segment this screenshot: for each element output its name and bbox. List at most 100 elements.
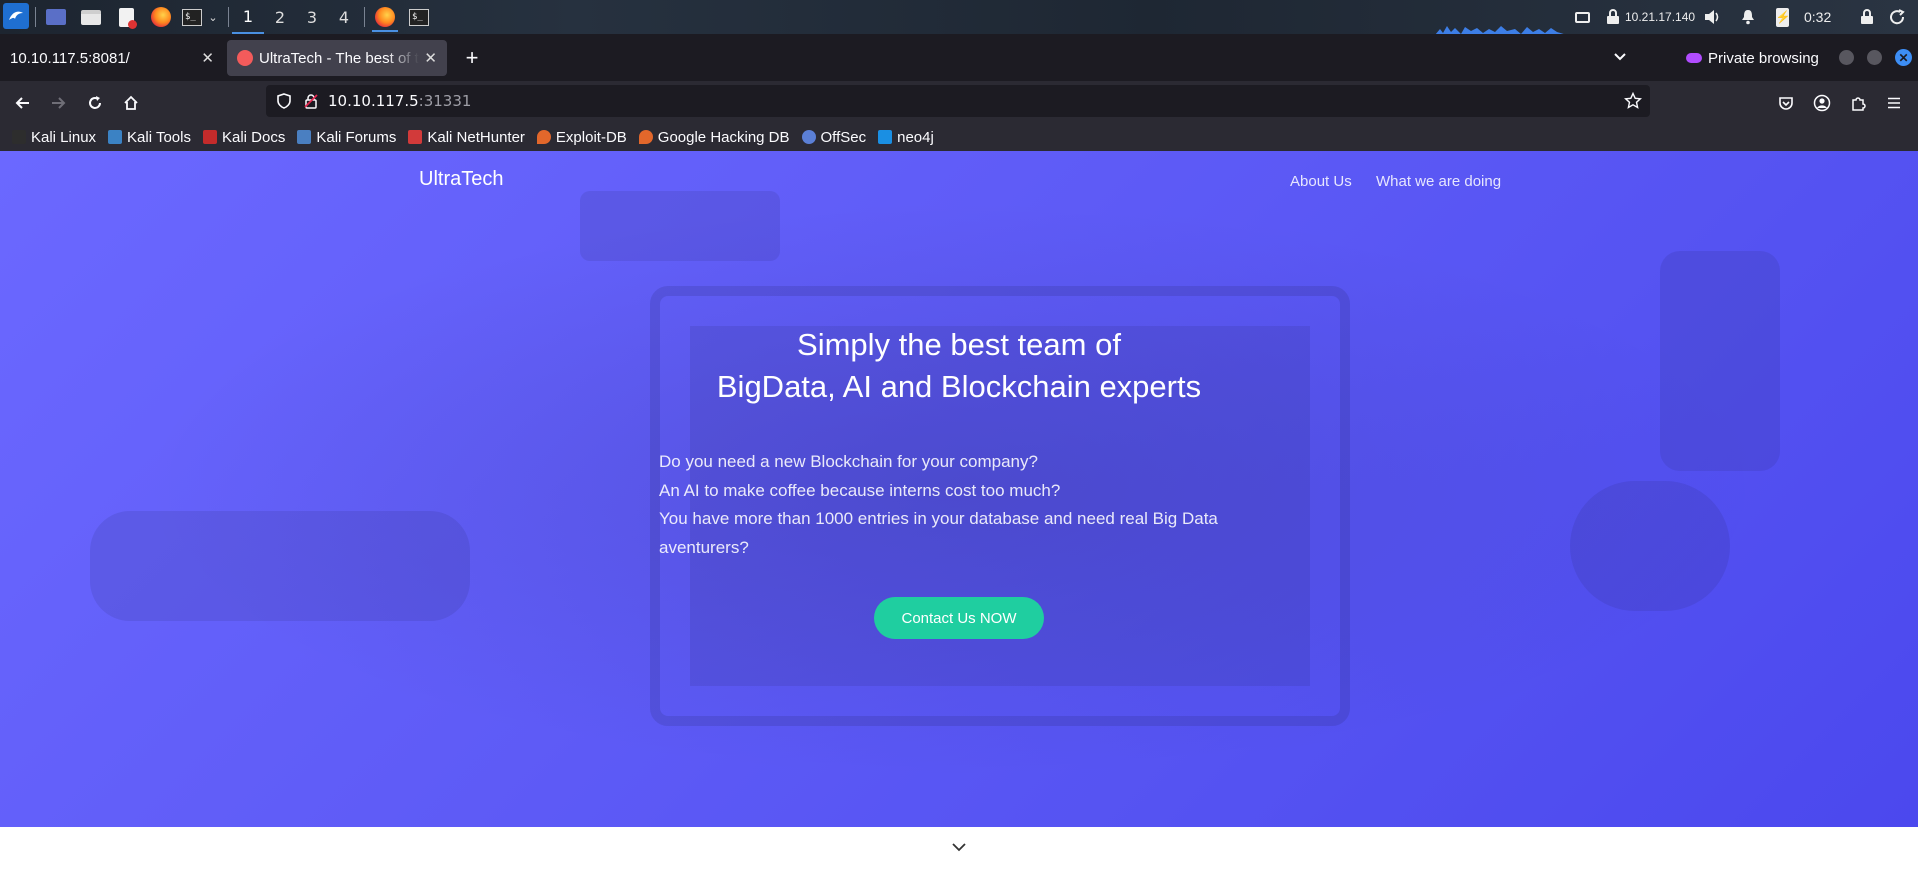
logout-icon[interactable] [1888,5,1906,29]
pocket-icon[interactable] [1772,89,1800,117]
nav-about-us[interactable]: About Us [1290,173,1352,190]
bookmark-kali-nethunter[interactable]: Kali NetHunter [408,129,525,146]
bookmark-star-icon[interactable] [1623,91,1643,115]
forward-icon[interactable] [44,89,72,117]
close-window-icon[interactable]: ✕ [1895,49,1912,66]
tab-port-8081[interactable]: 10.10.117.5:8081/ ✕ [0,40,224,76]
exploit-db-icon [536,130,551,144]
workspace-4[interactable]: 4 [328,0,360,34]
intro-line: You have more than 1000 entries in your … [659,509,1218,557]
notification-bell-icon[interactable] [1740,5,1756,29]
lock-screen-icon[interactable] [1859,5,1875,29]
kali-menu-icon[interactable] [3,3,29,29]
insecure-lock-icon[interactable] [303,93,319,114]
background-shape [90,511,470,621]
bookmark-kali-linux[interactable]: Kali Linux [12,129,96,146]
shield-icon[interactable] [276,93,292,114]
kali-dragon-icon [12,130,26,144]
vpn-lock-icon [1605,5,1621,29]
background-shape [580,191,780,261]
account-icon[interactable] [1808,89,1836,117]
firefox-icon[interactable] [149,5,173,29]
site-brand[interactable]: UltraTech [419,168,503,191]
site-favicon-icon [237,50,253,66]
bookmark-label: Google Hacking DB [657,128,790,146]
extensions-icon[interactable] [1844,89,1872,117]
private-mask-icon [1686,53,1702,63]
display-icon[interactable] [1573,5,1591,29]
intro-line: An AI to make coffee because interns cos… [659,480,1061,500]
bookmark-label: Kali Tools [127,128,191,146]
navigation-toolbar: 10.10.117.5:31331 [0,81,1918,123]
home-icon[interactable] [117,89,145,117]
headline-line-1: Simply the best team of [797,327,1121,362]
close-tab-icon[interactable]: ✕ [424,49,437,67]
neo4j-icon [878,130,893,144]
ghdb-icon [638,130,653,144]
private-label: Private browsing [1708,49,1819,67]
bookmark-kali-tools[interactable]: Kali Tools [108,129,191,146]
show-desktop-icon[interactable] [45,5,67,29]
bookmarks-toolbar: Kali Linux Kali Tools Kali Docs Kali For… [0,123,1918,151]
bookmark-neo4j[interactable]: neo4j [878,129,934,146]
workspace-1[interactable]: 1 [232,0,264,34]
hamburger-menu-icon[interactable] [1880,89,1908,117]
bookmark-exploit-db[interactable]: Exploit-DB [536,128,627,146]
new-tab-icon[interactable]: + [458,44,486,72]
back-icon[interactable] [9,89,37,117]
tab-strip: 10.10.117.5:8081/ ✕ UltraTech - The best… [0,34,1918,81]
url-port: :31331 [418,92,472,110]
minimize-window-icon[interactable] [1839,50,1854,65]
bookmark-label: OffSec [820,128,867,146]
network-graph [1435,22,1567,35]
bookmark-label: neo4j [897,128,934,146]
bookmark-label: Exploit-DB [555,128,627,146]
battery-charging-icon[interactable]: ⚡ [1774,5,1790,29]
workspace-3[interactable]: 3 [296,0,328,34]
bookmark-kali-forums[interactable]: Kali Forums [297,129,396,146]
offsec-icon [801,130,816,144]
background-shape [1570,481,1730,611]
kali-tools-icon [108,130,123,144]
nav-what-we-are-doing[interactable]: What we are doing [1376,173,1501,190]
web-page: UltraTech About Us What we are doing Sim… [0,151,1918,878]
tab-title: UltraTech - The best of tech [259,49,419,67]
hero-section: UltraTech About Us What we are doing Sim… [0,151,1918,827]
contact-us-button[interactable]: Contact Us NOW [874,597,1044,639]
url-host: 10.10.117.5 [328,92,419,110]
text-editor-icon[interactable] [115,5,137,29]
intro-line: Do you need a new Blockchain for your co… [659,452,1038,471]
nethunter-icon [408,130,423,144]
ip-address: 10.21.17.140 [1625,10,1696,24]
url-text[interactable]: 10.10.117.5:31331 [328,85,471,117]
bookmark-label: Kali Linux [31,128,97,146]
chevron-down-icon[interactable]: ⌄ [206,5,220,29]
close-tab-icon[interactable]: ✕ [201,49,214,67]
bookmark-kali-docs[interactable]: Kali Docs [202,128,286,146]
bookmark-google-hacking-db[interactable]: Google Hacking DB [638,128,790,146]
hero-intro: Do you need a new Blockchain for your co… [659,448,1219,562]
clock[interactable]: 0:32 [1804,0,1831,34]
kali-docs-icon [202,130,217,144]
headline-line-2: BigData, AI and Blockchain experts [716,369,1202,404]
reload-icon[interactable] [81,89,109,117]
terminal-icon[interactable]: $_ [181,5,203,29]
tab-ultratech[interactable]: UltraTech - The best of tech ✕ [227,40,447,76]
file-manager-icon[interactable] [80,5,102,29]
bookmark-offsec[interactable]: OffSec [801,128,867,146]
volume-icon[interactable] [1704,5,1722,29]
system-panel: $_ ⌄ 1 2 3 4 $_ 10.21.17.140 ⚡ 0:32 [0,0,1918,35]
maximize-window-icon[interactable] [1867,50,1882,65]
kali-forums-icon [297,130,312,144]
url-bar[interactable]: 10.10.117.5:31331 [266,85,1650,117]
tab-title: 10.10.117.5:8081/ [10,49,130,67]
bookmark-label: Kali NetHunter [427,128,525,146]
taskbar-terminal-icon[interactable]: $_ [407,5,431,29]
workspace-2[interactable]: 2 [264,0,296,34]
hero-headline: Simply the best team of BigData, AI and … [0,324,1918,408]
bookmark-label: Kali Forums [316,128,397,146]
list-all-tabs-icon[interactable] [1610,46,1634,70]
bookmark-label: Kali Docs [221,128,286,146]
chevron-down-icon[interactable] [950,838,968,856]
taskbar-firefox-icon[interactable] [372,3,398,32]
